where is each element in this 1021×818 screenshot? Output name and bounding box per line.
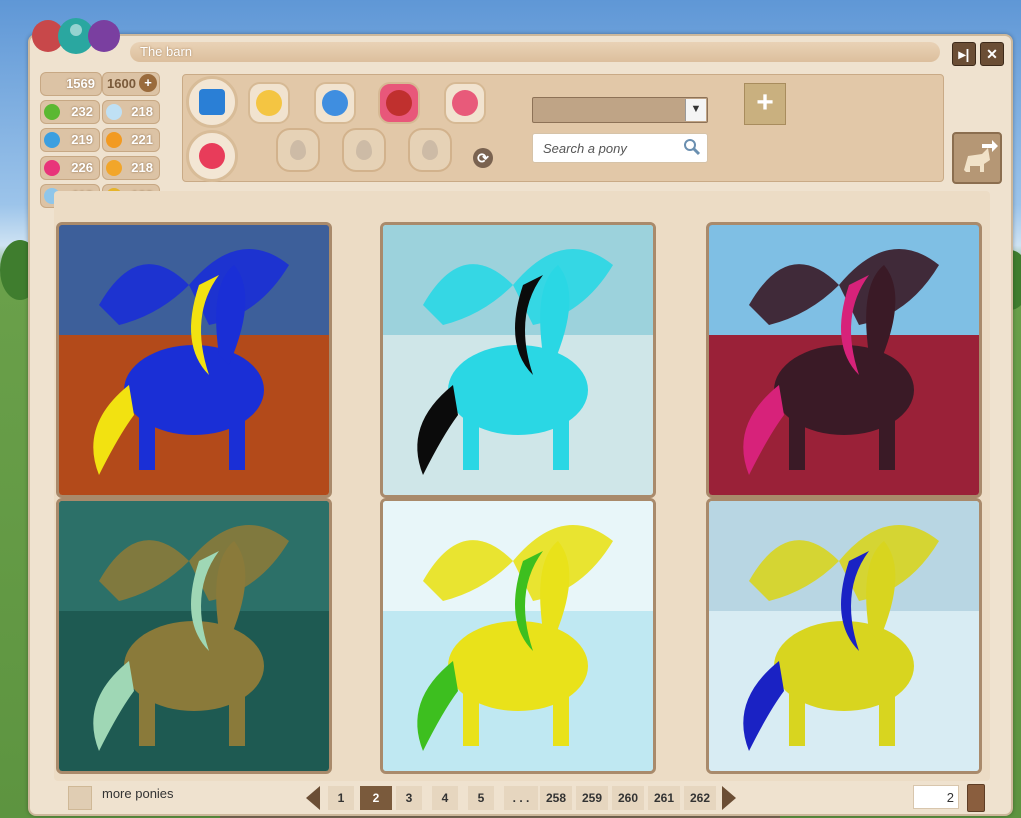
money-stat: 1569 [40,72,102,96]
star-badge-icon [199,143,225,169]
stat-value: 221 [131,132,153,147]
page-link[interactable]: 261 [648,786,680,810]
refresh-icon[interactable]: ⟳ [473,148,493,168]
next-page-arrow[interactable] [722,786,736,810]
pony-image [383,225,653,495]
heart-icon [44,160,60,176]
money-value: 1569 [66,76,95,91]
stat-value: 226 [71,160,93,175]
gender-icon [322,90,348,116]
pony-logo-icon [32,18,120,54]
page-ellipsis: . . . [504,786,538,810]
folder-star-icon [199,89,225,115]
stat-cloud: 218 [102,100,160,124]
apple-icon [44,104,60,120]
pony-card-1[interactable] [56,222,332,498]
barn-export-button[interactable] [952,132,1002,184]
family-icon [452,90,478,116]
more-ponies-checkbox[interactable] [68,786,92,810]
search-input[interactable]: Search a pony [532,133,708,163]
page-link-current[interactable]: 2 [360,786,392,810]
barn-window: The barn ▸| ✕ 1569 1600 + 232 218 219 22… [28,18,1013,816]
filter-love[interactable] [378,82,420,124]
search-icon[interactable] [683,138,701,156]
chevron-down-icon[interactable]: ▼ [685,99,706,121]
folder-tab[interactable] [186,76,238,128]
more-ponies-label: more ponies [102,786,174,801]
stat-speed: 221 [102,128,160,152]
pony-arrow-icon [964,140,998,172]
filter-trophy[interactable] [342,128,386,172]
pony-image [383,501,653,771]
filter-gender[interactable] [314,82,356,124]
stat-trot: 218 [102,156,160,180]
page-number-input[interactable]: 2 [913,785,959,809]
stat-value: 219 [71,132,93,147]
cloud-icon [106,104,122,120]
money-cap-value: 1600 [107,76,136,91]
page-link[interactable]: 260 [612,786,644,810]
drop-icon [356,140,372,160]
breed-icon [256,90,282,116]
pony-card-2[interactable] [380,222,656,498]
pony-card-5[interactable] [380,498,656,774]
go-to-page-button[interactable] [967,784,985,812]
hearts-icon [386,90,412,116]
horse-orange-icon [106,132,122,148]
add-button[interactable]: + [744,83,786,125]
search-placeholder: Search a pony [543,141,627,156]
window-title: The barn [140,44,193,59]
title-bar: The barn [130,42,940,62]
stat-energy: 232 [40,100,100,124]
filter-breed[interactable] [248,82,290,124]
close-button[interactable]: ✕ [980,42,1004,66]
filter-eye[interactable] [408,128,452,172]
filter-family[interactable] [444,82,486,124]
filter-age[interactable] [276,128,320,172]
add-money-button[interactable]: + [139,74,157,92]
pony-card-4[interactable] [56,498,332,774]
pony-card-6[interactable] [706,498,982,774]
stat-health: 219 [40,128,100,152]
stat-mood: 226 [40,156,100,180]
page-link[interactable]: 258 [540,786,572,810]
page-link[interactable]: 1 [328,786,354,810]
page-link[interactable]: 3 [396,786,422,810]
pony-image [709,225,979,495]
money-cap-stat: 1600 + [102,72,160,96]
page-link[interactable]: 4 [432,786,458,810]
paw-orange-icon [106,160,122,176]
stat-value: 232 [71,104,93,119]
pony-image [709,501,979,771]
prev-page-arrow[interactable] [306,786,320,810]
stat-value: 218 [131,104,153,119]
page-link[interactable]: 262 [684,786,716,810]
page-link[interactable]: 259 [576,786,608,810]
sort-select[interactable]: ▼ [532,97,708,123]
drop-icon [290,140,306,160]
favorites-tab[interactable] [186,130,238,182]
pony-card-3[interactable] [706,222,982,498]
page-link[interactable]: 5 [468,786,494,810]
stat-value: 218 [131,160,153,175]
collapse-button[interactable]: ▸| [952,42,976,66]
paw-blue-icon [44,132,60,148]
pony-image [59,501,329,771]
drop-icon [422,140,438,160]
pony-image [59,225,329,495]
